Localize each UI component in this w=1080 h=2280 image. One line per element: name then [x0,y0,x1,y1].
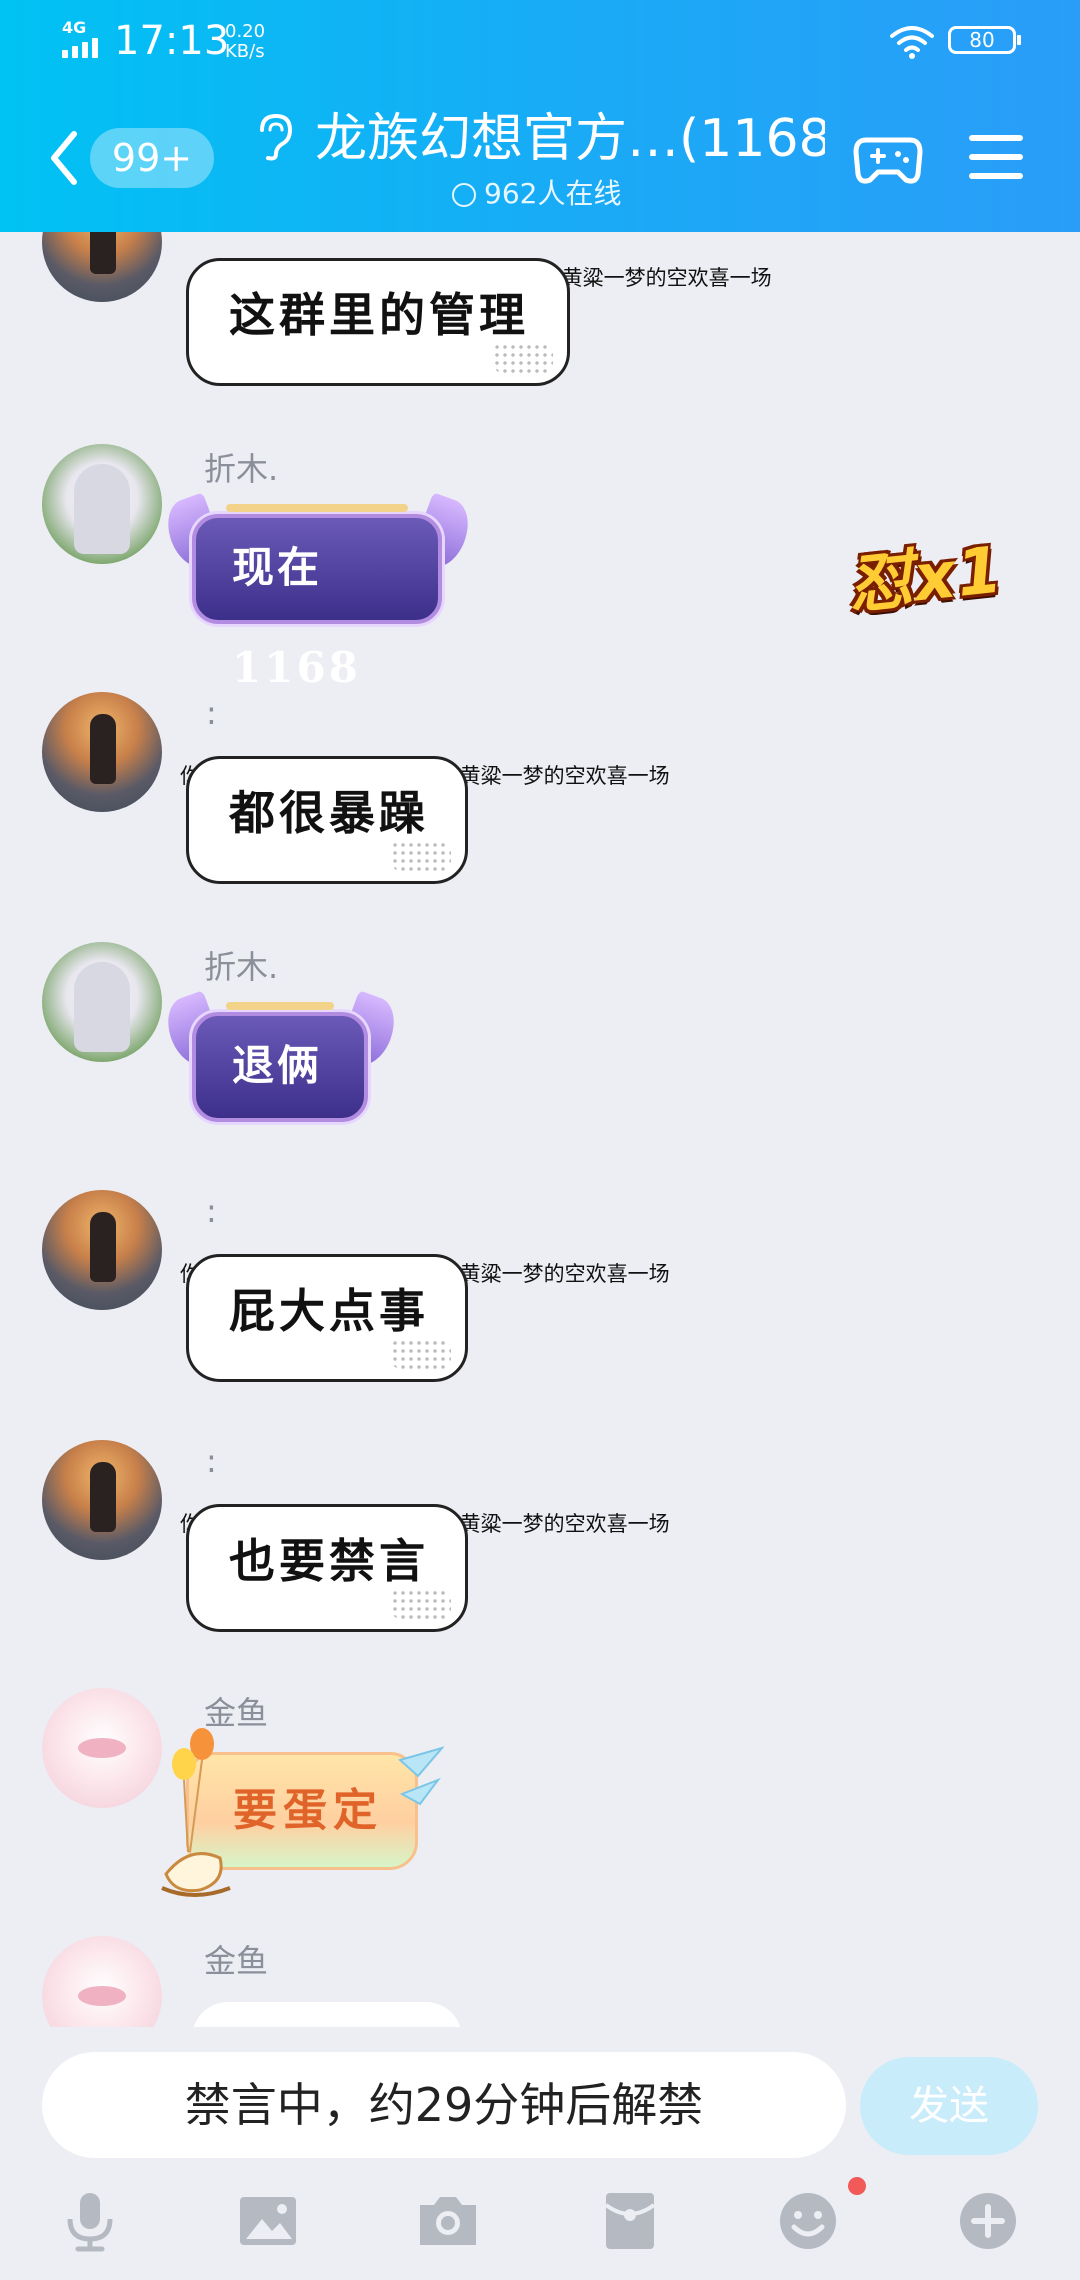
sender-name: 折木. [204,948,279,986]
microphone-icon[interactable] [58,2189,122,2253]
chat-screen: 4G 17:13 0.20 KB/s 80 99+ 龙族幻想官方…(1168) [0,0,1080,2280]
avatar[interactable] [42,1190,162,1310]
sender-name: : [206,694,217,732]
network-type: 4G [62,18,87,37]
group-title[interactable]: 龙族幻想官方…(1168) [315,104,825,174]
status-time: 17:13 [114,18,230,64]
input-panel: 禁言中，约29分钟后解禁 发送 [0,2027,1080,2280]
avatar[interactable] [42,1688,162,1808]
avatar[interactable] [42,232,162,302]
sender-name: : [206,1442,217,1480]
sender-name: 折木. [204,450,279,488]
new-badge-dot [848,2177,866,2195]
message-bubble[interactable]: 也要禁言 [186,1504,468,1632]
network-speed: 0.20 KB/s [225,22,265,62]
avatar[interactable] [42,1440,162,1560]
message-text: 现在1168 [232,543,361,692]
plus-icon[interactable] [956,2189,1020,2253]
message-bubble[interactable] [192,2002,462,2027]
combo-sticker: 怼x1 [844,533,1008,624]
camera-icon[interactable] [416,2189,480,2253]
wifi-icon [890,26,934,59]
menu-icon[interactable] [968,132,1024,182]
earpiece-mode-icon[interactable] [252,112,296,162]
speed-value: 0.20 [225,21,266,42]
message-bubble[interactable]: 屁大点事 [186,1254,468,1382]
message-text: 要蛋定 [233,1785,383,1836]
avatar[interactable] [42,444,162,564]
message-bubble[interactable]: 退俩 [192,1002,368,1122]
message-text: 这群里的管理 [229,288,529,342]
paper-plane-icon [398,1746,444,1806]
message-bubble[interactable]: 这群里的管理 [186,258,570,386]
back-chevron-icon[interactable] [44,128,84,188]
muted-input-field[interactable]: 禁言中，约29分钟后解禁 [42,2052,846,2158]
message-text: 屁大点事 [229,1284,429,1338]
message-text: 也要禁言 [229,1534,429,1588]
message-bubble[interactable]: 都很暴躁 [186,756,468,884]
emoji-icon[interactable] [776,2189,840,2253]
speed-unit: KB/s [225,41,265,62]
send-button[interactable]: 发送 [860,2057,1038,2155]
message-text: 都很暴躁 [229,786,429,840]
balloon-horse-decoration-icon [161,1728,231,1897]
game-controller-icon[interactable] [852,128,924,188]
message-list[interactable]: 你是我义无反顾撞过的南墙 是黄粱一梦的空欢喜一场 这群里的管理 怼x1 折木. … [0,232,1080,2027]
online-text: 962人在线 [484,177,622,210]
chevron-circle-icon [452,183,476,207]
sender-name: 金鱼 [204,1942,269,1980]
message-bubble[interactable]: 现在1168 [192,504,442,692]
red-packet-icon[interactable] [598,2189,662,2253]
cellular-signal-icon: 4G [62,18,106,60]
battery-indicator: 80 [948,26,1021,54]
online-count[interactable]: 962人在线 [452,174,621,214]
sender-name: : [206,1192,217,1230]
chat-header: 4G 17:13 0.20 KB/s 80 99+ 龙族幻想官方…(1168) [0,0,1080,232]
unread-count-badge[interactable]: 99+ [90,128,214,188]
avatar[interactable] [42,1936,162,2027]
avatar[interactable] [42,692,162,812]
image-icon[interactable] [236,2189,300,2253]
avatar[interactable] [42,942,162,1062]
message-text: 退俩 [232,1041,323,1090]
